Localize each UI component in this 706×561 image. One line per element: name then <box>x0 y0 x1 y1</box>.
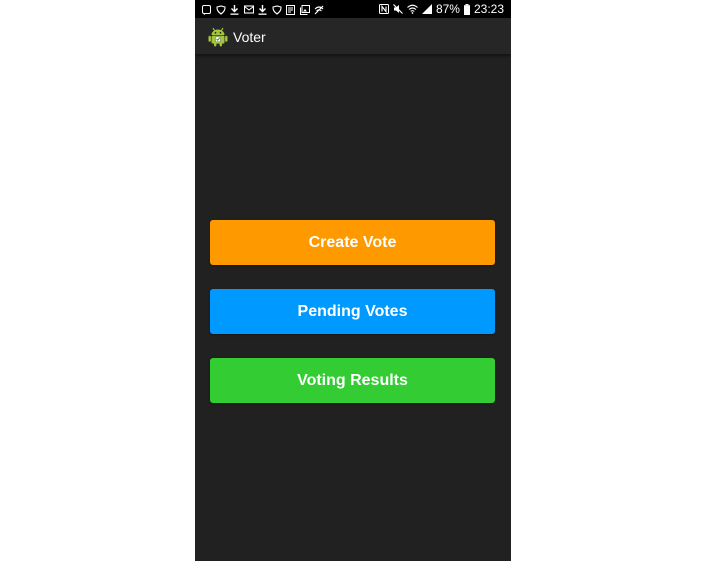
nfc-icon <box>378 4 389 14</box>
app-title: Voter <box>233 29 266 45</box>
shield-icon <box>215 4 226 15</box>
create-vote-button[interactable]: Create Vote <box>210 220 495 265</box>
status-bar: 87% 23:23 <box>195 0 511 18</box>
mute-icon <box>393 4 403 14</box>
android-icon <box>207 25 229 47</box>
notification-icon <box>201 4 212 15</box>
battery-percentage: 87% <box>435 2 460 16</box>
download-icon <box>229 4 240 15</box>
status-notification-icons <box>201 3 324 16</box>
no-wifi-icon <box>313 4 324 15</box>
signal-icon <box>421 4 432 14</box>
status-clock: 23:23 <box>473 2 504 16</box>
pending-votes-button[interactable]: Pending Votes <box>210 289 495 334</box>
gallery-icon <box>299 4 310 15</box>
shield-icon <box>271 4 282 15</box>
phone-screen: 87% 23:23 Voter Create Vote Pending Vote… <box>195 0 511 561</box>
status-system-icons: 87% 23:23 <box>378 0 504 18</box>
wifi-icon <box>407 4 418 14</box>
battery-icon <box>463 3 470 15</box>
mail-icon <box>243 4 254 15</box>
app-bar: Voter <box>195 18 511 54</box>
document-icon <box>285 4 296 15</box>
download-icon <box>257 4 268 15</box>
voting-results-button[interactable]: Voting Results <box>210 358 495 403</box>
